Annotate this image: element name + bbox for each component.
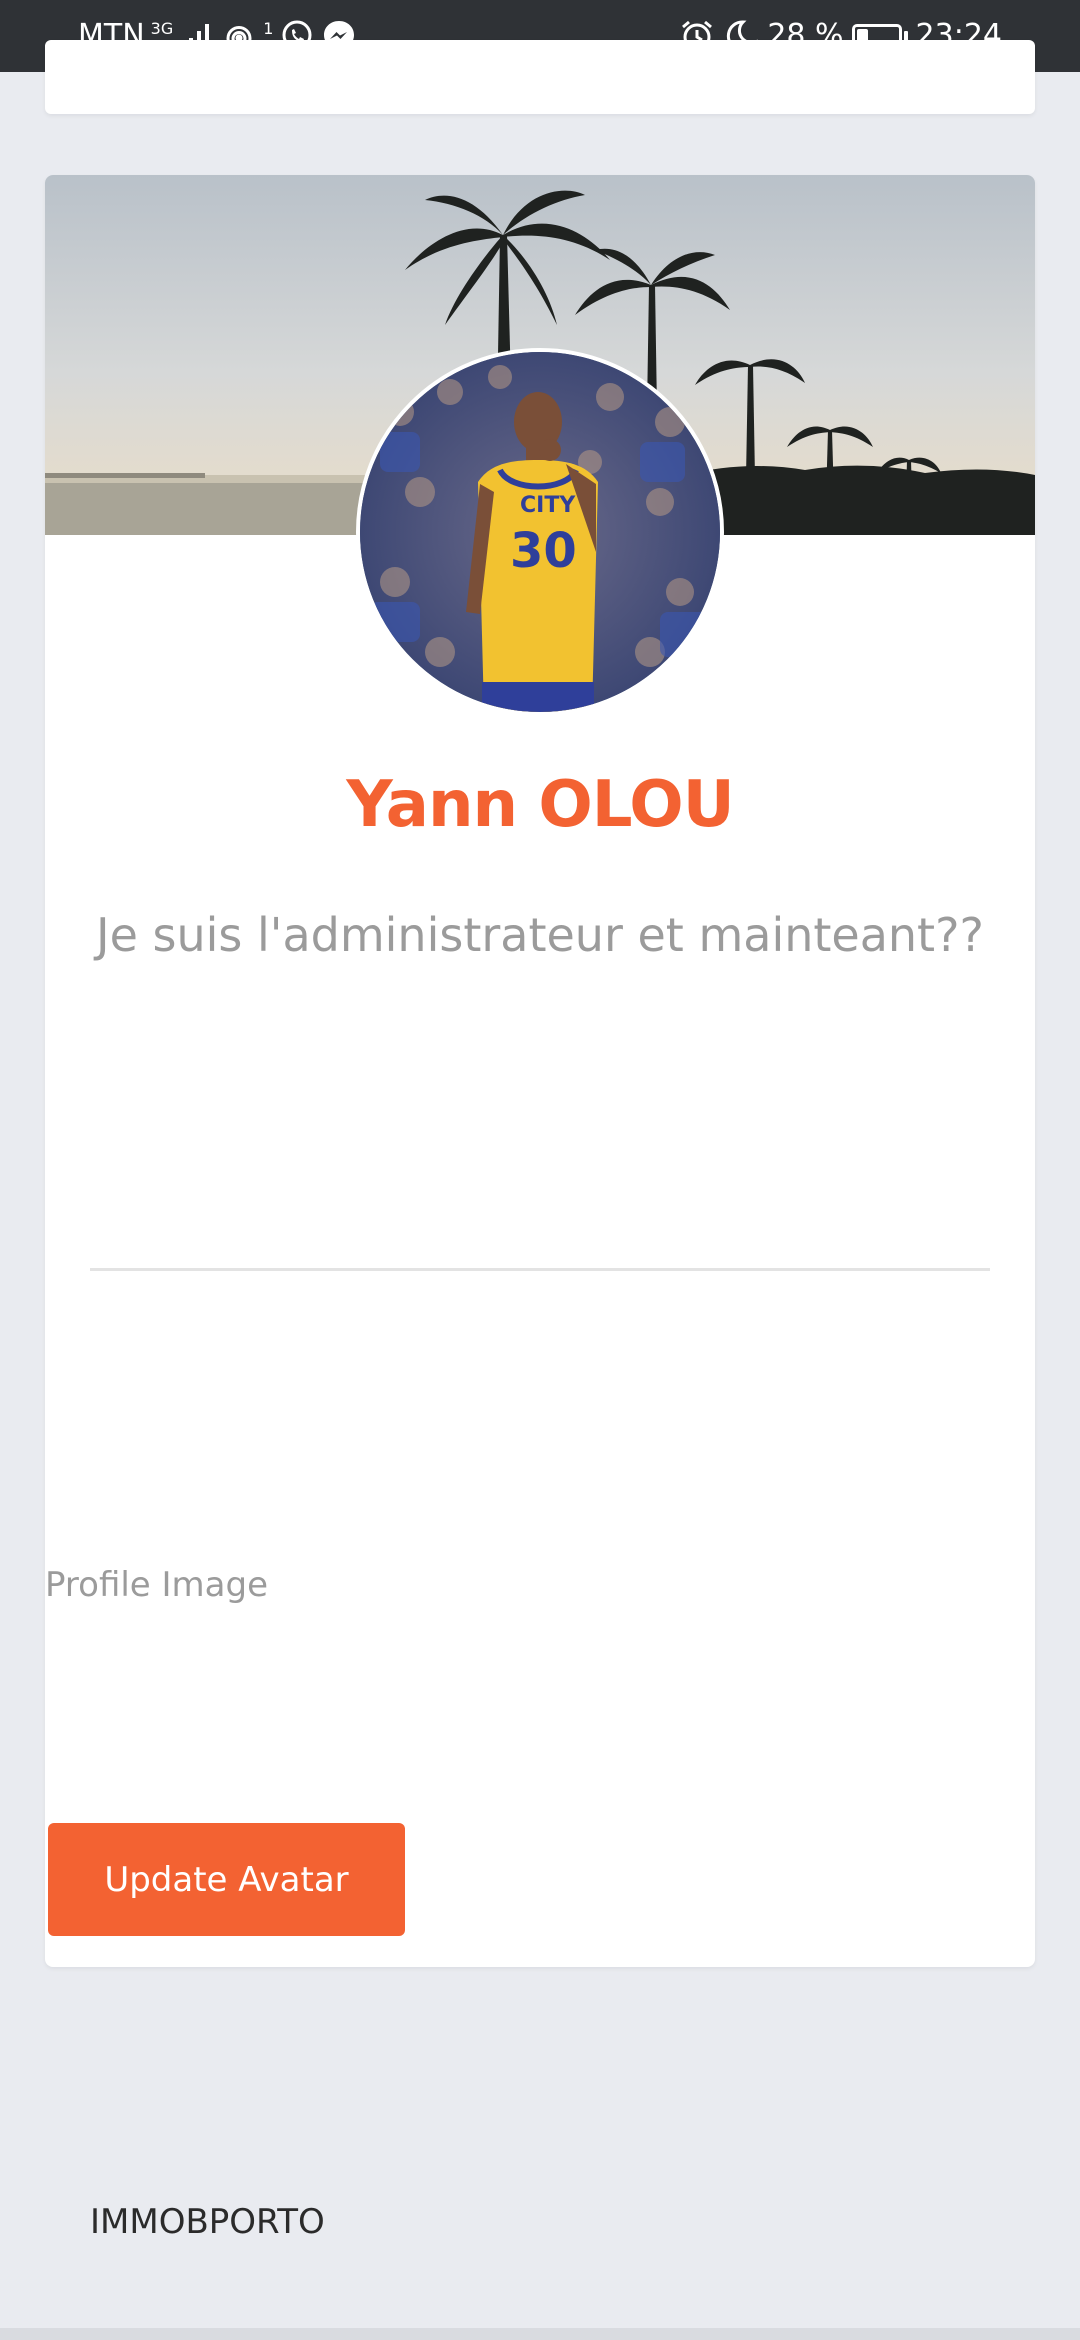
- network-type: 3G: [150, 18, 174, 38]
- svg-text:CITY: CITY: [520, 493, 576, 518]
- previous-card: [45, 40, 1035, 114]
- avatar[interactable]: CITY 30: [356, 348, 724, 716]
- svg-text:30: 30: [510, 523, 577, 579]
- profile-image-label: Profile Image: [45, 1565, 269, 1605]
- footer-brand[interactable]: IMMOBPORTO: [90, 2200, 325, 2244]
- update-avatar-button[interactable]: Update Avatar: [48, 1823, 405, 1936]
- profile-name: Yann OLOU: [346, 768, 734, 842]
- profile-bio: Je suis l'administrateur et mainteant??: [96, 908, 984, 962]
- profile-card: CITY 30 Yann OLOU Je suis l'administrate…: [45, 175, 1035, 1967]
- hotspot-count: 1: [263, 18, 274, 38]
- bottom-strip: [0, 2328, 1080, 2340]
- divider: [90, 1268, 990, 1271]
